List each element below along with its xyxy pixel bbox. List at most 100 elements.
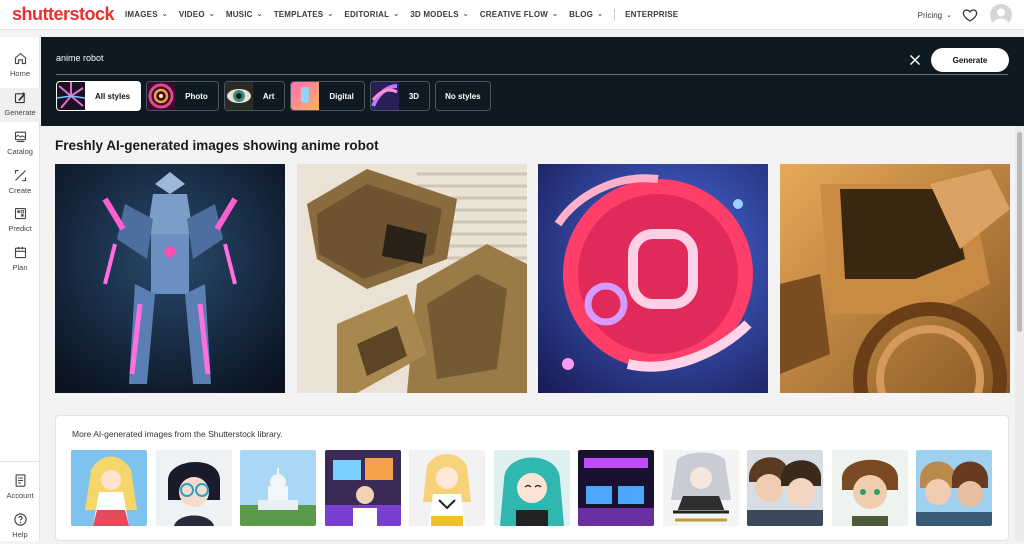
scrollbar-thumb[interactable] — [1017, 132, 1022, 332]
nav-item-enterprise[interactable]: ENTERPRISE — [625, 10, 678, 19]
sidebar-item-label: Home — [9, 69, 30, 78]
library-thumbnail[interactable] — [662, 450, 739, 526]
nav-item-label: VIDEO — [178, 10, 205, 19]
library-thumbnail[interactable] — [916, 450, 992, 526]
sidebar-item-label: Plan — [12, 263, 28, 272]
library-thumbnail[interactable] — [409, 450, 485, 526]
sidebar-item-predict[interactable]: Predict — [0, 206, 40, 238]
generate-icon — [14, 91, 25, 104]
library-card: More AI-generated images from the Shutte… — [55, 415, 1009, 541]
nav-item-video[interactable]: VIDEO ⌄ — [179, 10, 215, 19]
library-thumbnail[interactable] — [493, 450, 570, 526]
prompt-input[interactable]: anime robot — [56, 53, 104, 63]
style-chip-label: 3D — [408, 91, 420, 101]
generated-image-art — [55, 164, 285, 393]
account-icon — [15, 474, 25, 487]
generated-image-3[interactable] — [538, 164, 768, 393]
sidebar-item-label: Account — [6, 491, 34, 500]
catalog-icon — [14, 131, 26, 143]
nav-item-label: ENTERPRISE — [625, 10, 679, 19]
style-chip-label: Photo — [185, 91, 208, 101]
style-chip-label: Art — [262, 91, 275, 101]
style-chip-art[interactable]: Art — [223, 81, 286, 111]
style-chip-digital[interactable]: Digital — [290, 81, 365, 111]
nav-item-creative-flow[interactable]: CREATIVE FLOW ⌄ — [480, 10, 558, 19]
sidebar-item-home[interactable]: Home — [0, 51, 40, 83]
style-chip-no-styles[interactable]: No styles — [435, 81, 491, 111]
ai-generator-panel: anime robot Generate All styles Photo Ar… — [41, 37, 1024, 126]
sidebar-item-create[interactable]: Create — [0, 168, 40, 200]
nav-item-label: IMAGES — [125, 10, 158, 19]
main-nav: IMAGES ⌄ VIDEO ⌄ MUSIC ⌄ TEMPLATES ⌄ EDITORI… — [125, 8, 689, 21]
nav-item-label: EDITORIAL — [344, 10, 390, 19]
plan-icon — [14, 246, 26, 259]
library-thumbnail[interactable] — [155, 450, 232, 526]
sidebar-item-help[interactable]: Help — [0, 512, 40, 544]
sidebar-item-label: Create — [8, 186, 32, 195]
nav-item-label: 3D MODELS — [410, 10, 459, 19]
chevron-down-icon: ⌄ — [462, 10, 469, 18]
sidebar-item-label: Predict — [8, 224, 32, 233]
style-chip-label: No styles — [445, 91, 481, 101]
chevron-down-icon: ⌄ — [946, 12, 952, 19]
top-right-actions: Pricing ⌄ — [918, 0, 1012, 30]
help-icon — [13, 513, 27, 526]
library-thumbnail[interactable] — [324, 450, 401, 526]
chevron-down-icon: ⌄ — [161, 10, 168, 18]
style-filter-list: All styles Photo Art Digital 3D No style… — [56, 81, 496, 111]
nav-item-editorial[interactable]: EDITORIAL ⌄ — [344, 10, 399, 19]
shutterstock-logo[interactable]: shutterstock — [12, 4, 115, 25]
nav-item-blog[interactable]: BLOG ⌄ — [569, 10, 603, 19]
sidebar-item-label: Catalog — [7, 147, 33, 156]
pricing-label: Pricing — [917, 10, 943, 20]
library-thumbnail[interactable] — [831, 450, 908, 526]
sidebar-item-label: Generate — [4, 108, 36, 117]
chevron-down-icon: ⌄ — [256, 10, 263, 18]
left-sidebar: Home Generate Catalog Create Predict Pla… — [0, 37, 40, 541]
generated-image-art — [780, 164, 1010, 393]
library-thumbnail[interactable] — [240, 450, 316, 526]
chevron-down-icon: ⌄ — [393, 10, 400, 18]
heart-icon[interactable] — [962, 7, 978, 23]
generated-image-4[interactable] — [780, 164, 1010, 393]
generate-button[interactable]: Generate — [931, 48, 1009, 72]
nav-item-label: CREATIVE FLOW — [479, 10, 549, 19]
sidebar-divider — [0, 461, 40, 462]
generated-image-art — [538, 164, 768, 393]
sidebar-item-generate[interactable]: Generate — [0, 88, 40, 122]
generated-image-2[interactable] — [297, 164, 527, 393]
sidebar-item-account[interactable]: Account — [0, 473, 40, 505]
library-thumbnail[interactable] — [71, 450, 147, 526]
sidebar-item-catalog[interactable]: Catalog — [0, 129, 40, 161]
library-thumbnail[interactable] — [747, 450, 823, 526]
chevron-down-icon: ⌄ — [552, 10, 559, 18]
page-scrollbar[interactable] — [1015, 126, 1024, 541]
chevron-down-icon: ⌄ — [597, 10, 604, 18]
predict-icon — [14, 207, 26, 220]
user-avatar-icon[interactable] — [990, 4, 1012, 26]
nav-item-label: MUSIC — [225, 10, 253, 19]
library-thumbnail-row — [71, 450, 1001, 526]
pricing-menu[interactable]: Pricing ⌄ — [918, 11, 952, 20]
top-navigation-bar: shutterstock IMAGES ⌄ VIDEO ⌄ MUSIC ⌄ TEMPL… — [0, 0, 1024, 30]
style-chip-label: Digital — [329, 91, 354, 101]
nav-item-images[interactable]: IMAGES ⌄ — [125, 10, 168, 19]
style-chip-3d[interactable]: 3D — [369, 81, 431, 111]
generated-image-art — [297, 164, 527, 393]
nav-item-label: BLOG — [569, 10, 594, 19]
style-chip-photo[interactable]: Photo — [146, 81, 219, 111]
nav-item-3d-models[interactable]: 3D MODELS ⌄ — [410, 10, 469, 19]
style-thumbnail — [370, 82, 399, 110]
sidebar-item-plan[interactable]: Plan — [0, 245, 40, 277]
generated-image-1[interactable] — [55, 164, 285, 393]
style-chip-all-styles[interactable]: All styles — [56, 81, 142, 111]
close-icon[interactable] — [909, 54, 921, 66]
style-thumbnail — [224, 82, 253, 110]
nav-item-templates[interactable]: TEMPLATES ⌄ — [274, 10, 334, 19]
results-heading: Freshly AI-generated images showing anim… — [55, 138, 379, 153]
library-heading: More AI-generated images from the Shutte… — [72, 429, 283, 439]
library-thumbnail[interactable] — [578, 450, 654, 526]
nav-item-music[interactable]: MUSIC ⌄ — [226, 10, 263, 19]
style-chip-label: All styles — [95, 91, 131, 101]
sidebar-item-label: Help — [12, 530, 28, 539]
